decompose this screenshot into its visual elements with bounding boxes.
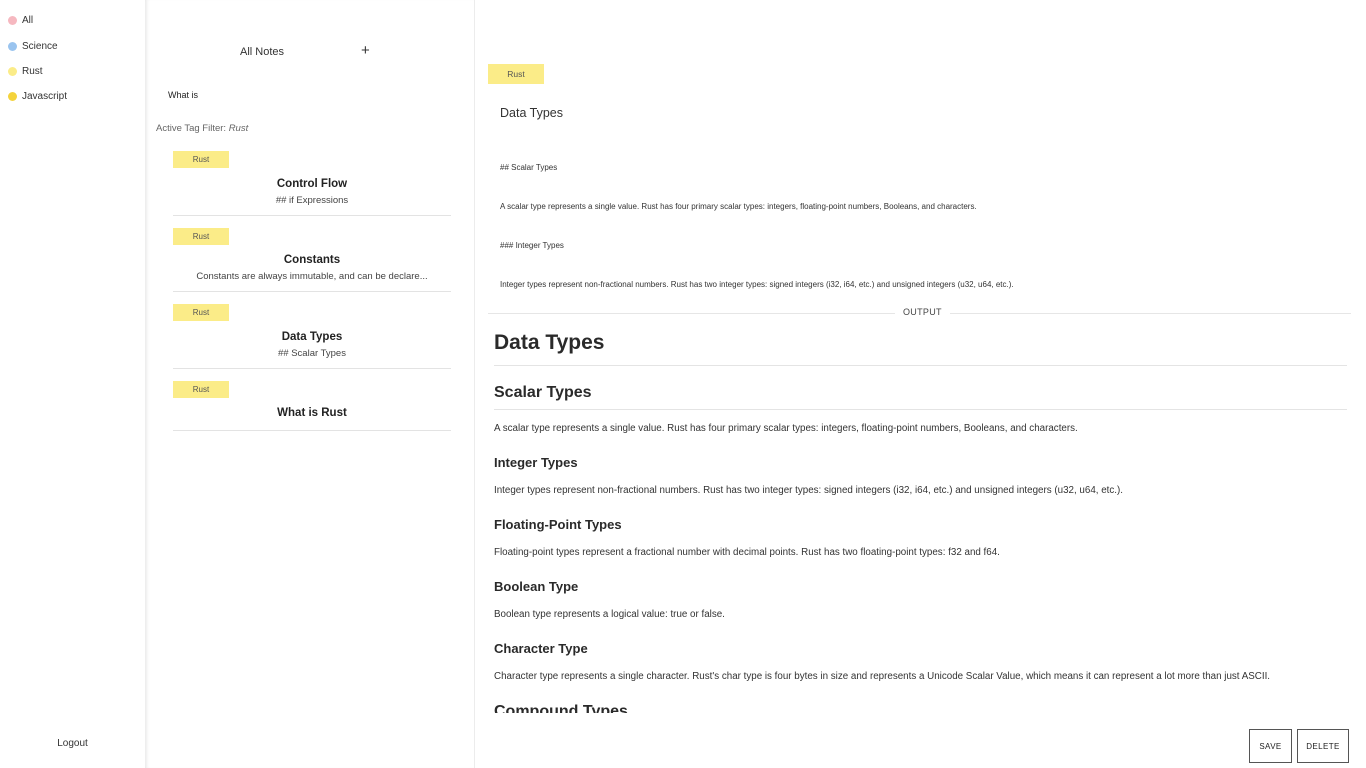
note-card-constants[interactable]: Rust Constants Constants are always immu… — [173, 228, 451, 292]
tag-item-science[interactable]: Science — [8, 38, 58, 54]
note-tag-badge: Rust — [173, 228, 229, 245]
markdown-line[interactable]: Integer types represent non-fractional n… — [500, 280, 1014, 289]
delete-button[interactable]: DELETE — [1297, 729, 1349, 763]
output-paragraph: Character type represents a single chara… — [494, 671, 1271, 682]
tag-item-javascript[interactable]: Javascript — [8, 88, 67, 104]
tag-label: Rust — [22, 65, 43, 77]
tag-label: Science — [22, 40, 58, 52]
note-editor: Rust Data Types ## Scalar Types A scalar… — [475, 0, 1366, 768]
tag-item-all[interactable]: All — [8, 12, 33, 28]
output-heading: Compound Types — [494, 703, 628, 713]
notes-list-title: All Notes — [240, 46, 285, 58]
markdown-output: Data Types Scalar Types A scalar type re… — [494, 325, 1347, 713]
markdown-line[interactable]: A scalar type represents a single value.… — [500, 202, 977, 211]
note-tag-badge: Rust — [173, 151, 229, 168]
markdown-line[interactable]: ## Scalar Types — [500, 163, 557, 172]
output-paragraph: Boolean type represents a logical value:… — [494, 609, 725, 620]
note-preview: Constants are always immutable, and can … — [196, 271, 428, 282]
note-tag-badge: Rust — [173, 381, 229, 398]
note-card-control-flow[interactable]: Rust Control Flow ## if Expressions — [173, 151, 451, 216]
output-heading: Boolean Type — [494, 579, 579, 594]
filter-prefix: Active Tag Filter: — [156, 123, 227, 134]
editor-tag-badge[interactable]: Rust — [488, 64, 544, 84]
output-paragraph: A scalar type represents a single value.… — [494, 423, 1078, 434]
note-title: Constants — [283, 254, 341, 266]
tag-label: Javascript — [22, 90, 68, 102]
active-tag-filter: Active Tag Filter: Rust — [156, 123, 248, 134]
notes-list-panel: All Notes + Active Tag Filter: Rust Rust… — [145, 0, 475, 768]
tag-color-dot — [8, 66, 17, 76]
note-tag-badge: Rust — [173, 304, 229, 321]
note-title: Data Types — [281, 331, 343, 343]
tag-color-dot — [8, 91, 17, 101]
output-heading: Character Type — [494, 641, 588, 656]
output-heading: Integer Types — [494, 455, 578, 470]
tag-sidebar: All Science Rust Javascript Logout — [0, 0, 145, 768]
heading-rule — [494, 365, 1347, 366]
output-paragraph: Floating-point types represent a fractio… — [494, 547, 1000, 558]
logout-button[interactable]: Logout — [0, 738, 145, 749]
note-preview: ## if Expressions — [275, 195, 349, 206]
add-note-icon[interactable]: + — [361, 42, 370, 60]
search-input[interactable] — [168, 88, 428, 102]
note-card-data-types[interactable]: Rust Data Types ## Scalar Types — [173, 304, 451, 369]
output-paragraph: Integer types represent non-fractional n… — [494, 485, 1123, 496]
tag-color-dot — [8, 41, 17, 51]
output-heading: Scalar Types — [494, 384, 592, 401]
note-title: What is Rust — [277, 407, 347, 419]
note-title: Control Flow — [276, 178, 348, 190]
tag-label: All — [22, 14, 34, 26]
markdown-line[interactable]: ### Integer Types — [500, 241, 564, 250]
note-card-what-is-rust[interactable]: Rust What is Rust — [173, 381, 451, 431]
output-heading: Data Types — [494, 331, 605, 354]
tag-item-rust[interactable]: Rust — [8, 63, 43, 79]
tag-color-dot — [8, 15, 17, 25]
heading-rule — [494, 409, 1347, 410]
output-label: OUTPUT — [895, 307, 950, 317]
output-heading: Floating-Point Types — [494, 517, 622, 532]
save-button[interactable]: SAVE — [1249, 729, 1292, 763]
filter-value: Rust — [228, 123, 249, 134]
editor-title-input[interactable]: Data Types — [500, 106, 563, 120]
note-preview: ## Scalar Types — [278, 348, 346, 359]
